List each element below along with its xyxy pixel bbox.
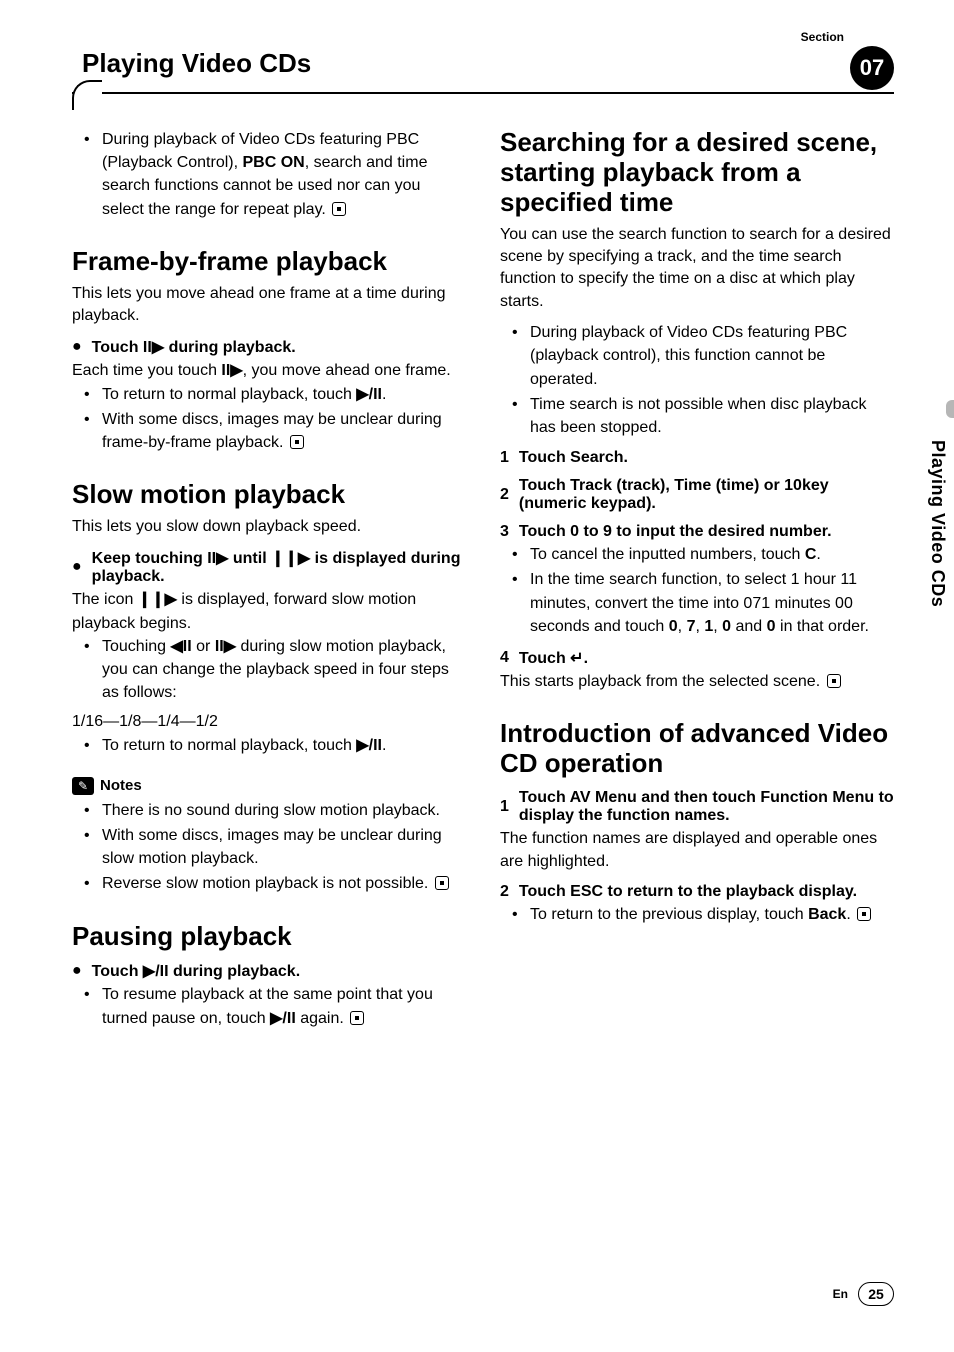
notes-header: ✎ Notes	[72, 777, 142, 795]
slow-step: ● Keep touching II▶ until ❙❙▶ is display…	[72, 548, 466, 586]
slow-return: To return to normal playback, touch ▶/II…	[90, 734, 466, 757]
footer-lang: En	[833, 1287, 848, 1301]
frame-note-1: To return to normal playback, touch ▶/II…	[90, 383, 466, 406]
frame-notes: To return to normal playback, touch ▶/II…	[72, 383, 466, 455]
pause-return-list: To resume playback at the same point tha…	[72, 983, 466, 1029]
pencil-icon: ✎	[72, 777, 94, 795]
search-bullet-2: Time search is not possible when disc pl…	[518, 393, 894, 439]
bullet-icon: ●	[72, 338, 82, 356]
pause-step: ● Touch ▶/II during playback.	[72, 961, 466, 981]
page: Playing Video CDs Section 07 Playing Vid…	[0, 0, 954, 1352]
top-bullet-list: During playback of Video CDs featuring P…	[72, 128, 466, 221]
side-tab: Playing Video CDs	[923, 430, 954, 617]
header-rule	[72, 92, 894, 94]
footer-page: 25	[858, 1282, 894, 1306]
frame-intro: This lets you move ahead one frame at a …	[72, 283, 466, 328]
step3-note-1: To cancel the inputted numbers, touch C.	[518, 543, 894, 566]
step4-body: This starts playback from the selected s…	[500, 670, 894, 693]
frame-step: ● Touch II▶ during playback.	[72, 337, 466, 357]
bullet-icon: ●	[72, 962, 82, 980]
note-3: Reverse slow motion playback is not poss…	[90, 872, 466, 895]
adv-return-list: To return to the previous display, touch…	[500, 903, 894, 926]
side-nub	[946, 400, 954, 418]
step3-notes: To cancel the inputted numbers, touch C.…	[500, 543, 894, 638]
pause-return: To resume playback at the same point tha…	[90, 983, 466, 1029]
slow-speeds: 1/16—1/8—1/4—1/2	[72, 710, 466, 733]
note-1: There is no sound during slow motion pla…	[90, 799, 466, 822]
slow-return-list: To return to normal playback, touch ▶/II…	[72, 734, 466, 757]
columns: During playback of Video CDs featuring P…	[72, 128, 894, 1036]
note-2: With some discs, images may be unclear d…	[90, 824, 466, 870]
end-icon	[350, 1011, 364, 1025]
search-bullets: During playback of Video CDs featuring P…	[500, 321, 894, 439]
adv-step1-body: The function names are displayed and ope…	[500, 827, 894, 873]
search-step-3: 3 Touch 0 to 9 to input the desired numb…	[500, 523, 894, 541]
slow-intro: This lets you slow down playback speed.	[72, 516, 466, 538]
frame-step-body: Each time you touch II▶, you move ahead …	[72, 359, 466, 382]
search-bullet-1: During playback of Video CDs featuring P…	[518, 321, 894, 391]
search-intro: You can use the search function to searc…	[500, 224, 894, 314]
search-step-2: 2 Touch Track (track), Time (time) or 10…	[500, 477, 894, 513]
slow-change-list: Touching ◀II or II▶ during slow motion p…	[72, 635, 466, 705]
frame-note-2: With some discs, images may be unclear d…	[90, 408, 466, 454]
left-column: During playback of Video CDs featuring P…	[72, 128, 466, 1036]
heading-pause: Pausing playback	[72, 922, 466, 952]
section-label: Section	[801, 30, 844, 44]
heading-slow: Slow motion playback	[72, 480, 466, 510]
adv-step-1: 1 Touch AV Menu and then touch Function …	[500, 789, 894, 825]
section-badge: 07	[850, 46, 894, 90]
top-bullet: During playback of Video CDs featuring P…	[90, 128, 466, 221]
section-title: Playing Video CDs	[82, 48, 311, 79]
bullet-icon: ●	[72, 558, 82, 576]
heading-frame: Frame-by-frame playback	[72, 247, 466, 277]
heading-search: Searching for a desired scene, starting …	[500, 128, 894, 218]
adv-step-2: 2 Touch ESC to return to the playback di…	[500, 883, 894, 901]
end-icon	[290, 435, 304, 449]
slow-step-body: The icon ❙❙▶ is displayed, forward slow …	[72, 588, 466, 634]
right-column: Searching for a desired scene, starting …	[500, 128, 894, 1036]
adv-return: To return to the previous display, touch…	[518, 903, 894, 926]
header: Playing Video CDs Section 07	[72, 48, 894, 98]
search-step-4: 4 Touch ↵.	[500, 648, 894, 668]
step3-note-2: In the time search function, to select 1…	[518, 568, 894, 638]
notes-title: Notes	[100, 777, 142, 794]
notes-list: There is no sound during slow motion pla…	[72, 799, 466, 896]
search-step-1: 1 Touch Search.	[500, 449, 894, 467]
slow-change: Touching ◀II or II▶ during slow motion p…	[90, 635, 466, 705]
footer: En 25	[833, 1282, 894, 1306]
end-icon	[435, 876, 449, 890]
end-icon	[332, 202, 346, 216]
end-icon	[827, 674, 841, 688]
end-icon	[857, 907, 871, 921]
heading-advanced: Introduction of advanced Video CD operat…	[500, 719, 894, 779]
